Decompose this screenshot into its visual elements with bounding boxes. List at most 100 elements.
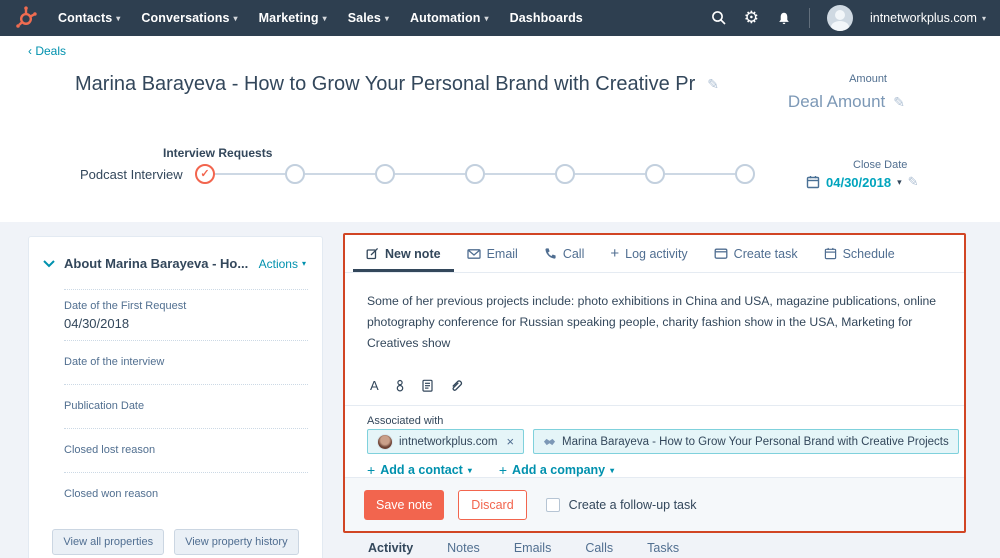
avatar[interactable] [826,5,853,31]
sidebar-footer-buttons: View all properties View property histor… [29,529,322,555]
bell-icon[interactable] [776,11,792,26]
property-label: Publication Date [64,400,145,412]
page-title: Marina Barayeva - How to Grow Your Perso… [75,73,720,95]
tab-create-task[interactable]: Create task [701,235,811,272]
nav-item-conversations[interactable]: Conversations ▾ [141,11,237,25]
snippet-icon[interactable] [394,379,406,392]
tab-activity[interactable]: Activity [368,541,413,555]
chevron-down-icon: ▾ [384,13,390,23]
account-menu[interactable]: intnetworkplus.com ▾ [870,11,986,25]
followup-label: Create a follow-up task [568,497,697,512]
edit-amount-icon[interactable]: ✎ [893,94,905,111]
stage-circle-6[interactable] [645,164,665,184]
deal-record-page: Contacts ▾ Conversations ▾ Marketing ▾ Sale… [0,0,1000,558]
nav-item-contacts[interactable]: Contacts ▾ [58,11,120,25]
stage-circle-2[interactable] [285,164,305,184]
contact-chip[interactable]: intnetworkplus.com × [367,429,525,454]
stage-circle-1[interactable]: ✓ [195,164,215,184]
editor-toolbar: A [370,378,463,393]
nav-item-dashboards[interactable]: Dashboards [510,11,583,25]
nav-item-marketing[interactable]: Marketing ▾ [259,11,327,25]
gear-icon[interactable]: ⚙ [744,8,759,28]
search-icon[interactable] [711,10,727,26]
deal-stage-stepper: ✓ [195,164,755,184]
activity-tabs: Activity Notes Emails Calls Tasks [368,541,679,555]
actions-dropdown[interactable]: Actions ▾ [259,257,306,271]
nav-menu: Contacts ▾ Conversations ▾ Marketing ▾ Sale… [58,11,583,25]
plus-icon: + [367,462,376,478]
chevron-down-icon[interactable]: ▾ [897,177,902,188]
chevron-down-icon: ▾ [981,13,986,23]
nav-item-automation[interactable]: Automation ▾ [410,11,489,25]
top-navigation: Contacts ▾ Conversations ▾ Marketing ▾ Sale… [0,0,1000,36]
edit-title-icon[interactable]: ✎ [707,76,719,93]
format-text-icon[interactable]: A [370,378,379,393]
tab-log-activity[interactable]: + Log activity [597,235,700,272]
property-row: Date of the interview [64,356,308,385]
tab-emails[interactable]: Emails [514,541,552,555]
pipeline-name: Podcast Interview [80,167,183,182]
property-row: Date of the First Request 04/30/2018 [64,300,308,341]
hubspot-logo-icon[interactable] [13,5,39,31]
followup-option: Create a follow-up task [545,497,697,512]
stage-connector [665,173,735,175]
property-value [64,504,308,507]
property-row: Publication Date [64,400,308,429]
deal-header: ‹ Deals Marina Barayeva - How to Grow Yo… [0,36,1000,222]
property-value: 04/30/2018 [64,316,130,331]
plus-icon: + [610,245,620,262]
stage-connector [485,173,555,175]
tab-tasks[interactable]: Tasks [647,541,679,555]
tab-call[interactable]: Call [531,235,598,272]
stage-circle-7[interactable] [735,164,755,184]
email-icon [466,249,481,259]
paperclip-icon[interactable] [449,379,463,393]
tab-calls[interactable]: Calls [585,541,613,555]
collapse-chevron-icon[interactable] [43,259,55,268]
property-label: Closed lost reason [64,444,156,456]
chevron-down-icon: ▾ [233,13,238,23]
view-property-history-button[interactable]: View property history [174,529,299,555]
chevron-down-icon: ▾ [301,259,306,268]
property-value [64,416,308,419]
stage-connector [215,173,285,175]
tab-notes[interactable]: Notes [447,541,480,555]
close-date-value[interactable]: 04/30/2018 [826,175,891,190]
sidebar-header: About Marina Barayeva - Ho... Actions ▾ [29,237,322,271]
close-date-label: Close Date [853,159,908,171]
document-icon[interactable] [421,379,434,392]
breadcrumb[interactable]: ‹ Deals [28,44,66,58]
chevron-down-icon: ▾ [116,13,121,23]
chevron-down-icon: ▾ [610,465,615,475]
discard-button[interactable]: Discard [458,489,527,520]
close-date-row: 04/30/2018 ▾ ✎ [806,174,919,190]
remove-contact-icon[interactable]: × [506,434,514,449]
property-value [64,460,308,463]
nav-divider [808,8,810,28]
plus-icon: + [498,462,508,478]
deal-handshake-icon [543,437,556,447]
edit-close-date-icon[interactable]: ✎ [908,174,919,190]
tab-new-note[interactable]: New note [353,235,454,272]
stage-circle-5[interactable] [555,164,575,184]
stage-connector [305,173,375,175]
stage-circle-3[interactable] [375,164,395,184]
view-all-properties-button[interactable]: View all properties [52,529,165,555]
save-note-button[interactable]: Save note [364,489,445,520]
stage-circle-4[interactable] [465,164,485,184]
amount-value[interactable]: Deal Amount ✎ [788,92,905,112]
about-sidebar: About Marina Barayeva - Ho... Actions ▾ D… [28,236,323,558]
tab-schedule[interactable]: Schedule [811,235,908,272]
property-value [64,372,308,375]
followup-checkbox[interactable] [545,497,560,512]
note-editor[interactable]: Some of her previous projects include: p… [367,291,945,354]
add-contact-link[interactable]: + Add a contact ▾ [367,462,472,478]
nav-item-sales[interactable]: Sales ▾ [348,11,389,25]
check-icon: ✓ [200,167,210,180]
add-company-link[interactable]: + Add a company ▾ [499,462,614,478]
company-chip[interactable]: Marina Barayeva - How to Grow Your Perso… [533,429,959,454]
task-icon [714,248,728,259]
tab-email[interactable]: Email [454,235,531,272]
nav-utilities: ⚙ intnetworkplus.com ▾ [711,5,1000,31]
association-chips: intnetworkplus.com × Marina Barayeva - H… [367,429,959,454]
